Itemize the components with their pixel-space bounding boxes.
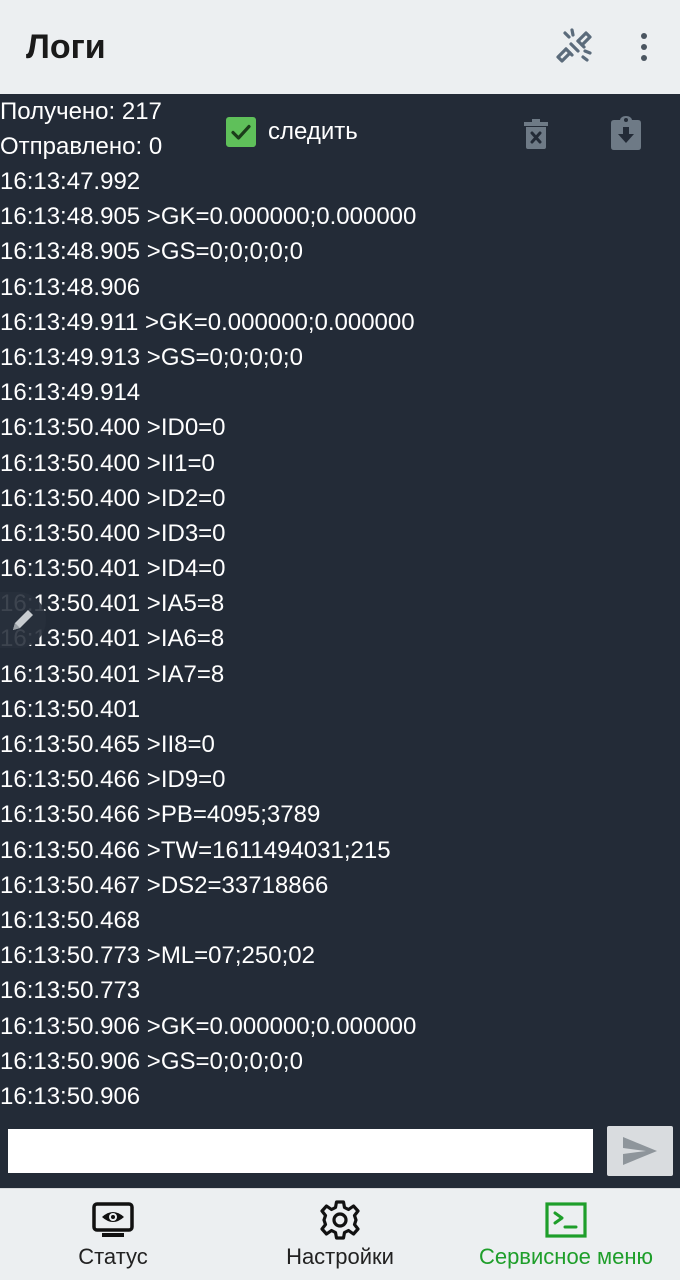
- log-line: 16:13:47.992: [0, 168, 141, 195]
- log-line: 16:13:50.468: [0, 906, 141, 934]
- clipboard-download-icon: [611, 116, 641, 150]
- log-line: 16:13:50.401 >IA6=8: [0, 625, 225, 653]
- log-line: 16:13:50.401 >IA5=8: [0, 590, 225, 618]
- command-input[interactable]: [8, 1129, 593, 1173]
- nav-label-settings: Настройки: [286, 1244, 394, 1269]
- bottom-navigation: Статус Настройки Сервисное меню: [0, 1188, 680, 1280]
- log-line: 16:13:50.401 >ID4=0: [0, 555, 226, 583]
- send-button[interactable]: [607, 1126, 673, 1176]
- app-bar: Логи: [0, 0, 680, 94]
- log-line: 16:13:48.905 >GK=0.000000;0.000000: [0, 203, 417, 231]
- follow-label: следить: [268, 118, 358, 145]
- pencil-icon: [13, 610, 33, 630]
- command-bar: [0, 1126, 680, 1188]
- log-line: 16:13:49.911 >GK=0.000000;0.000000: [0, 308, 415, 336]
- log-line: 16:13:50.400 >ID0=0: [0, 414, 226, 442]
- save-log-button[interactable]: [606, 112, 646, 154]
- log-line: 16:13:50.401 >IA7=8: [0, 660, 225, 688]
- more-options-button[interactable]: [626, 24, 662, 70]
- log-line: 16:13:50.400 >ID3=0: [0, 519, 226, 547]
- log-line: 16:13:50.467 >DS2=33718866: [0, 871, 329, 899]
- log-line: 16:13:50.773 >ML=07;250;02: [0, 942, 315, 970]
- log-line: 16:13:50.906 >GK=0.000000;0.000000: [0, 1012, 417, 1040]
- log-line: 16:13:50.400 >ID2=0: [0, 484, 226, 512]
- log-line: 16:13:50.906: [0, 1082, 141, 1110]
- clear-log-button[interactable]: [518, 114, 554, 154]
- link-off-icon: [556, 28, 592, 63]
- gear-icon: [320, 1200, 360, 1240]
- log-line: 16:13:50.400 >II1=0: [0, 449, 215, 477]
- log-panel[interactable]: Получено: 217 Отправлено: 0 следить 16:1…: [0, 94, 680, 1126]
- log-line: 16:13:49.914: [0, 379, 141, 407]
- log-line: 16:13:48.905 >GS=0;0;0;0;0: [0, 238, 303, 266]
- log-line: 16:13:50.773: [0, 977, 141, 1005]
- nav-item-service-menu[interactable]: Сервисное меню: [466, 1189, 666, 1280]
- nav-item-settings[interactable]: Настройки: [270, 1189, 410, 1280]
- log-line: 16:13:50.466 >ID9=0: [0, 766, 226, 794]
- log-line: 16:13:50.465 >II8=0: [0, 731, 215, 758]
- trash-x-icon: [524, 119, 548, 149]
- link-off-button[interactable]: [548, 24, 600, 70]
- monitor-eye-icon: [92, 1202, 134, 1237]
- check-icon: [231, 124, 251, 140]
- send-icon: [623, 1137, 657, 1165]
- log-lines: 16:13:47.992 16:13:48.905 >GK=0.000000;0.…: [0, 164, 680, 1114]
- nav-item-status[interactable]: Статус: [60, 1189, 166, 1280]
- terminal-icon: [545, 1202, 587, 1238]
- page-title: Логи: [26, 28, 106, 66]
- sent-count: Отправлено: 0: [0, 133, 163, 160]
- log-line: 16:13:50.466 >PB=4095;3789: [0, 801, 321, 829]
- log-line: 16:13:48.906: [0, 273, 141, 301]
- log-line: 16:13:50.401: [0, 695, 141, 723]
- follow-toggle[interactable]: следить: [226, 116, 358, 148]
- nav-label-service-menu: Сервисное меню: [478, 1244, 654, 1269]
- follow-checkbox[interactable]: [226, 117, 256, 147]
- more-vert-icon: [641, 33, 647, 61]
- received-count: Получено: 217: [0, 98, 162, 125]
- nav-label-status: Статус: [78, 1244, 148, 1269]
- log-line: 16:13:50.906 >GS=0;0;0;0;0: [0, 1047, 303, 1075]
- log-line: 16:13:50.466 >TW=1611494031;215: [0, 836, 391, 864]
- log-line: 16:13:49.913 >GS=0;0;0;0;0: [0, 343, 303, 371]
